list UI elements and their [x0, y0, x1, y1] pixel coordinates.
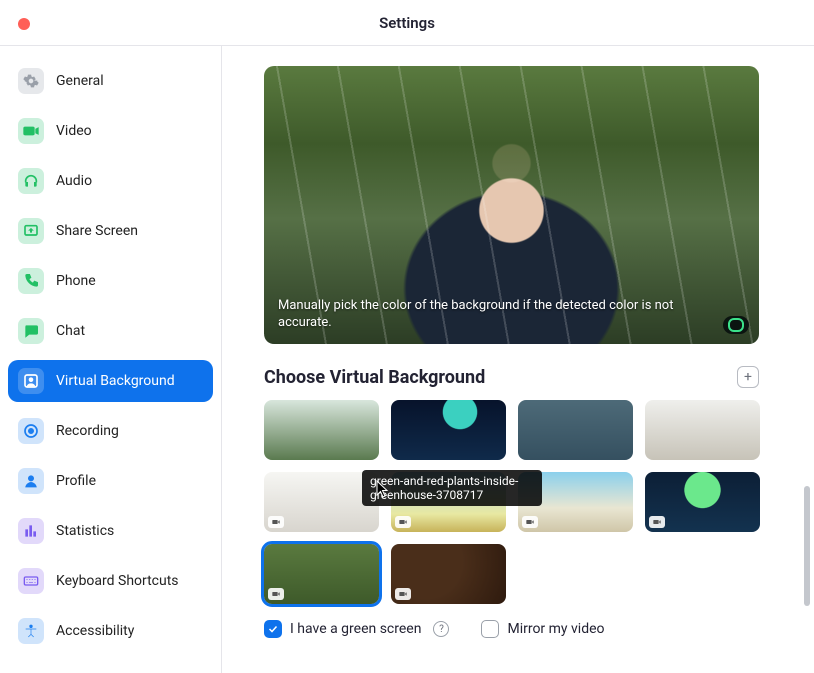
sidebar-item-profile[interactable]: Profile [8, 460, 213, 502]
headphones-icon [18, 168, 44, 194]
video-badge-icon [268, 516, 284, 528]
add-background-button[interactable]: + [737, 366, 759, 388]
video-badge-icon [522, 516, 538, 528]
sidebar-item-statistics[interactable]: Statistics [8, 510, 213, 552]
sidebar-item-label: Audio [56, 173, 92, 189]
sidebar-item-share-screen[interactable]: Share Screen [8, 210, 213, 252]
sidebar-item-chat[interactable]: Chat [8, 310, 213, 352]
window-title: Settings [379, 14, 435, 32]
keyboard-icon [18, 568, 44, 594]
sidebar-item-label: Video [56, 123, 92, 139]
titlebar: Settings [0, 0, 814, 46]
section-title: Choose Virtual Background [264, 367, 485, 388]
phone-icon [18, 268, 44, 294]
video-badge-icon [395, 588, 411, 600]
record-icon [18, 418, 44, 444]
user-icon [18, 468, 44, 494]
green-screen-checkbox[interactable]: I have a green screen ? [264, 620, 449, 638]
sidebar-item-label: Phone [56, 273, 96, 289]
sidebar-item-keyboard-shortcuts[interactable]: Keyboard Shortcuts [8, 560, 213, 602]
sidebar-item-label: Chat [56, 323, 85, 339]
thumb-waterfall[interactable] [264, 544, 379, 604]
sidebar-item-general[interactable]: General [8, 60, 213, 102]
thumb-office-glass[interactable] [518, 400, 633, 460]
sidebar-item-video[interactable]: Video [8, 110, 213, 152]
sidebar-item-label: Accessibility [56, 623, 134, 639]
sidebar-item-label: Profile [56, 473, 96, 489]
thumb-reception[interactable] [264, 472, 379, 532]
preview-hint-text: Manually pick the color of the backgroun… [278, 297, 709, 332]
settings-window: Settings General Video Audio Share Screen Ph… [0, 0, 814, 673]
sidebar-item-label: General [56, 73, 104, 89]
sidebar-item-label: Virtual Background [56, 373, 175, 389]
sidebar-item-virtual-background[interactable]: Virtual Background [8, 360, 213, 402]
video-preview: Manually pick the color of the backgroun… [264, 66, 759, 344]
sidebar-item-label: Statistics [56, 523, 114, 539]
video-badge-icon [395, 516, 411, 528]
gear-icon [18, 68, 44, 94]
help-icon[interactable]: ? [433, 621, 449, 637]
green-screen-label: I have a green screen [290, 621, 421, 637]
main-panel: Manually pick the color of the backgroun… [222, 46, 814, 673]
close-window-icon[interactable] [18, 18, 30, 30]
mirror-video-checkbox[interactable]: Mirror my video [481, 620, 604, 638]
sidebar-item-phone[interactable]: Phone [8, 260, 213, 302]
video-badge-icon [649, 516, 665, 528]
thumb-coffee-beans[interactable] [391, 544, 506, 604]
screen-icon [18, 218, 44, 244]
access-icon [18, 618, 44, 644]
stats-icon [18, 518, 44, 544]
video-badge-icon [268, 588, 284, 600]
thumb-lobby[interactable] [645, 400, 760, 460]
sidebar-item-label: Keyboard Shortcuts [56, 573, 179, 589]
thumb-aurora-2[interactable] [645, 472, 760, 532]
video-icon [18, 118, 44, 144]
sidebar: General Video Audio Share Screen Phone Chat Vi… [0, 46, 222, 673]
sidebar-item-accessibility[interactable]: Accessibility [8, 610, 213, 652]
thumb-greenhouse[interactable] [264, 400, 379, 460]
background-thumbnails [264, 400, 774, 604]
thumb-beach[interactable] [518, 472, 633, 532]
thumb-field[interactable] [391, 472, 506, 532]
sidebar-item-label: Share Screen [56, 223, 138, 239]
mirror-video-label: Mirror my video [507, 621, 604, 637]
chat-icon [18, 318, 44, 344]
preview-toggle-icon[interactable] [723, 316, 749, 334]
vertical-scrollbar-thumb[interactable] [804, 486, 810, 606]
sidebar-item-label: Recording [56, 423, 119, 439]
portrait-icon [18, 368, 44, 394]
thumb-aurora-1[interactable] [391, 400, 506, 460]
sidebar-item-recording[interactable]: Recording [8, 410, 213, 452]
sidebar-item-audio[interactable]: Audio [8, 160, 213, 202]
